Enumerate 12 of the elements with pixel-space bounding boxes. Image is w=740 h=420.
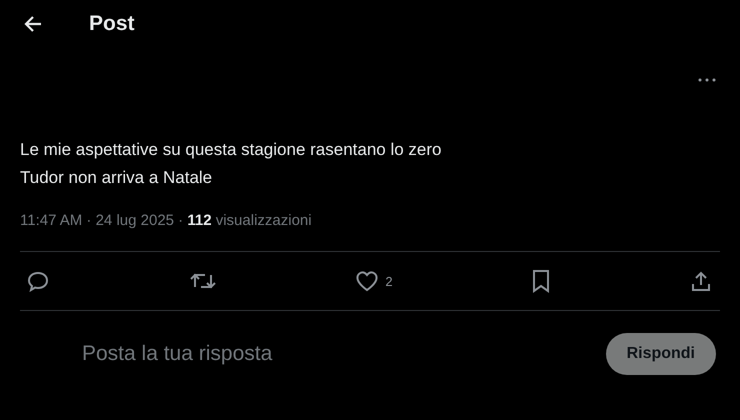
reply-input[interactable]: Posta la tua risposta [82,342,382,366]
share-icon[interactable] [690,270,712,292]
post-meta: 11:47 AM · 24 lug 2025 · 112 visualizzazioni [19,211,313,229]
heart-icon[interactable] [355,270,380,292]
page-title: Post [89,12,135,36]
post-text: Le mie aspettative su questa stagione rasentano lo zero [20,139,442,161]
back-arrow-icon[interactable] [23,15,43,33]
post-text: Tudor non arriva a Natale [20,167,214,189]
comment-icon[interactable] [26,269,50,293]
like-count: 2 [385,274,393,288]
more-icon[interactable] [698,78,716,82]
bookmark-icon[interactable] [531,269,552,293]
